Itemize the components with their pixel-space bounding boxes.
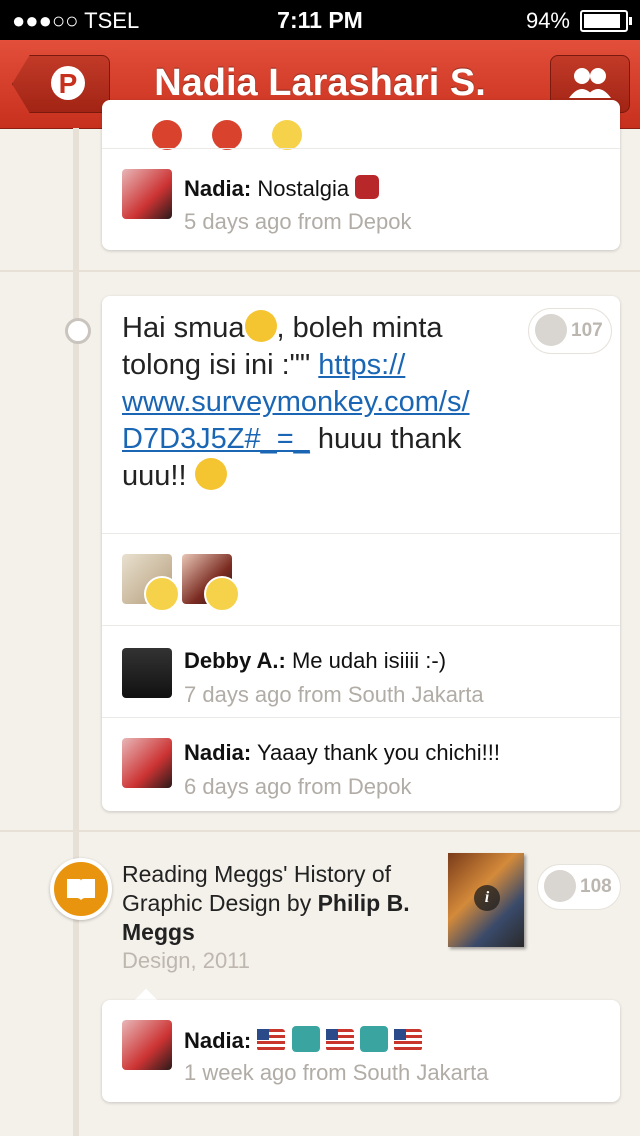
comment-meta: 1 week ago from South Jakarta [184,1060,489,1085]
smile-count: 107 [571,320,603,341]
divider [0,270,640,272]
backpack-emoji-icon [355,175,380,199]
post-card-previous[interactable]: Nadia: Nostalgia 5 days ago from Depok [102,100,620,250]
avatar[interactable] [122,1020,172,1070]
statue-of-liberty-icon [291,1026,320,1052]
comment-text: Yaaay thank you chichi!!! [256,740,500,765]
comment-card[interactable]: Nadia: 1 week ago from South Jakarta [102,1000,620,1102]
post-card[interactable]: Hai smua, boleh minta tolong isi ini :""… [102,296,620,811]
avatar[interactable] [122,169,172,219]
us-flag-icon [393,1029,422,1051]
comment-author[interactable]: Nadia: [184,176,251,201]
statue-of-liberty-icon [359,1026,388,1052]
book-meta: Design, 2011 [122,948,251,973]
smile-icon [204,576,240,612]
smile-button[interactable]: 108 [537,864,621,910]
battery-percent: 94% [525,8,570,33]
book-activity-badge [50,858,112,920]
info-icon[interactable]: i [474,885,500,911]
smiles-row [102,533,620,626]
comment-emojis [257,1026,422,1053]
comment-author[interactable]: Nadia: [184,740,251,765]
timeline-line [73,128,79,1136]
page-title: Nadia Larashari S. [154,62,486,104]
smile-avatar [272,120,302,150]
divider [0,830,640,832]
comment-author[interactable]: Debby A.: [184,648,286,673]
us-flag-icon [257,1029,286,1051]
comment-meta: 7 days ago from South Jakarta [184,682,484,707]
comment-row[interactable]: Nadia: Nostalgia 5 days ago from Depok [102,148,620,251]
book-title[interactable]: Reading Meggs' History of Graphic Design… [122,860,432,947]
status-bar: ●●●○○ TSEL 7:11 PM 94% [0,0,640,40]
smile-icon [535,314,567,346]
smile-avatar [152,120,182,150]
us-flag-icon [325,1029,354,1051]
comment-author[interactable]: Nadia: [184,1028,251,1053]
comment-meta: 5 days ago from Depok [184,209,412,234]
avatar[interactable] [122,648,172,698]
smile-icon [144,576,180,612]
smile-count: 108 [580,876,612,897]
comment-text: Nostalgia [257,176,350,201]
smile-button[interactable]: 107 [528,308,612,354]
avatar[interactable] [122,738,172,788]
timeline-dot [65,318,91,344]
comment-row[interactable]: Debby A.: Me udah isiiii :-) 7 days ago … [102,625,620,718]
comment-row[interactable]: Nadia: Yaaay thank you chichi!!! 6 days … [102,717,620,812]
smile-avatar [212,120,242,150]
book-cover[interactable]: i [448,853,524,947]
smile-icon [544,870,576,902]
comment-meta: 6 days ago from Depok [184,774,412,799]
kissing-emoji-icon [244,310,277,342]
book-icon [67,879,95,900]
comment-text: Me udah isiiii :-) [291,648,447,673]
smiling-emoji-icon [194,458,227,490]
post-text: Hai smua, boleh minta tolong isi ini :""… [122,310,470,492]
battery-icon [580,10,632,32]
